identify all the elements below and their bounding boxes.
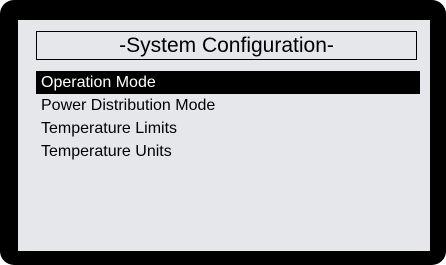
configuration-menu: Operation Mode Power Distribution Mode T… [36,71,420,163]
screen-title: -System Configuration- [36,31,417,60]
menu-item-power-distribution-mode[interactable]: Power Distribution Mode [36,94,420,117]
menu-item-label: Temperature Units [41,143,172,160]
menu-item-label: Power Distribution Mode [41,97,216,114]
menu-item-operation-mode[interactable]: Operation Mode [36,71,420,94]
menu-item-label: Temperature Limits [41,120,178,137]
lcd-screen: -System Configuration- Operation Mode Po… [18,20,430,251]
menu-item-temperature-limits[interactable]: Temperature Limits [36,117,420,140]
screen-title-label: -System Configuration- [119,34,334,57]
device-bezel: -System Configuration- Operation Mode Po… [0,0,446,265]
menu-item-temperature-units[interactable]: Temperature Units [36,140,420,163]
menu-item-label: Operation Mode [41,74,156,91]
